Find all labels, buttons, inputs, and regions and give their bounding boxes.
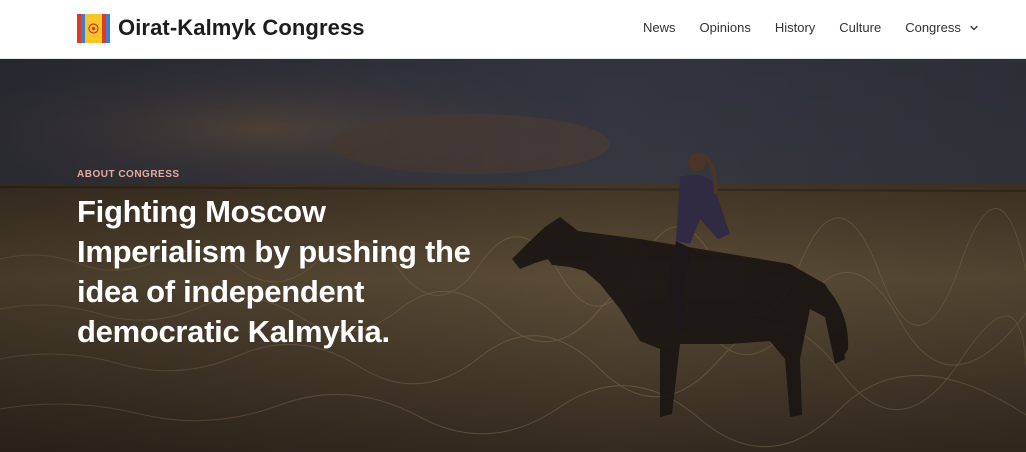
nav-congress[interactable]: Congress bbox=[905, 20, 979, 35]
hero-banner: ABOUT CONGRESS Fighting Moscow Imperiali… bbox=[0, 59, 1026, 452]
hero-headline: Fighting Moscow Imperialism by pushing t… bbox=[77, 194, 471, 349]
nav-congress-label: Congress bbox=[905, 20, 961, 35]
nav-news[interactable]: News bbox=[643, 20, 676, 35]
kalmyk-flag-logo-icon[interactable] bbox=[77, 14, 110, 43]
chevron-down-icon bbox=[970, 25, 978, 30]
site-header: Oirat-Kalmyk Congress News Opinions Hist… bbox=[0, 0, 1026, 59]
nav-history-label: History bbox=[774, 20, 816, 35]
hero-eyebrow: ABOUT CONGRESS bbox=[77, 169, 180, 180]
nav-culture-label: Culture bbox=[839, 20, 882, 35]
nav-opinions-label: Opinions bbox=[699, 20, 751, 35]
nav-culture[interactable]: Culture bbox=[839, 20, 881, 35]
main-nav: News Opinions History Culture Congress bbox=[643, 20, 979, 35]
site-title[interactable]: Oirat-Kalmyk Congress bbox=[118, 15, 365, 41]
nav-news-label: News bbox=[643, 20, 676, 35]
nav-history[interactable]: History bbox=[775, 20, 815, 35]
nav-opinions[interactable]: Opinions bbox=[700, 20, 751, 35]
